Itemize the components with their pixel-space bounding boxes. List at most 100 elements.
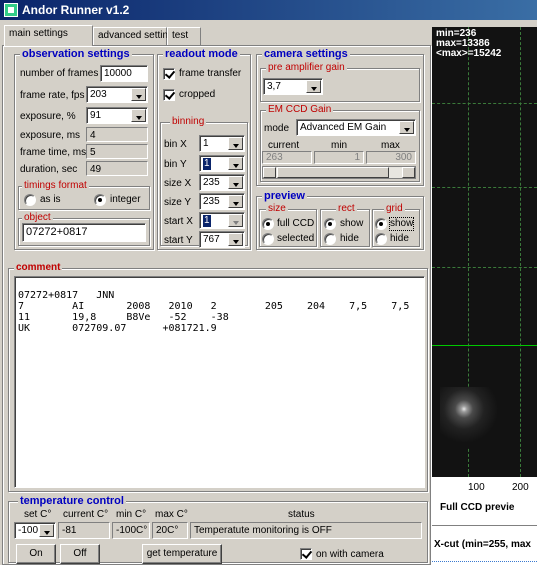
temp-status-value: Temperatute monitoring is OFF <box>190 522 422 539</box>
comment-line: 11 19,8 B8Ve -52 -38 N <box>18 312 425 323</box>
comment-line: 7 AI 2008 2010 2 205 204 7,5 7,5 3, <box>18 301 425 312</box>
grid-line <box>432 103 537 104</box>
start-y-value: 767 <box>203 234 220 245</box>
chevron-down-icon[interactable] <box>228 233 243 246</box>
exposure-ms-label: exposure, ms <box>20 130 81 141</box>
tab-test[interactable]: test <box>167 27 201 45</box>
preview-caption: Full CCD previe <box>440 502 515 513</box>
emccd-title: EM CCD Gain <box>266 104 334 116</box>
bin-y-select[interactable]: 1 <box>199 155 245 172</box>
exposure-pct-label: exposure, % <box>20 111 76 122</box>
preview-footer: 100 200 Full CCD previe X-cut (min=255, … <box>432 477 537 565</box>
frame-rate-label: frame rate, fps <box>20 90 85 101</box>
grid-show-label: show <box>388 217 415 231</box>
chevron-down-icon[interactable] <box>228 137 243 150</box>
temp-current-label: current C° <box>63 509 109 520</box>
chevron-down-icon[interactable] <box>131 88 146 101</box>
grid-line <box>432 267 537 268</box>
selected-label: selected <box>277 233 315 244</box>
em-gain-mode-select[interactable]: Advanced EM Gain <box>296 119 416 136</box>
start-y-select[interactable]: 767 <box>199 231 245 248</box>
rect-show-label: show <box>340 218 364 229</box>
preview-top-strip <box>431 20 537 27</box>
bin-y-value: 1 <box>203 158 211 170</box>
frame-rate-select[interactable]: 203 <box>86 86 148 103</box>
scroll-left-button[interactable] <box>263 167 276 178</box>
preview-title: preview <box>262 190 307 202</box>
size-y-value: 235 <box>203 196 220 207</box>
comment-title: comment <box>14 262 63 274</box>
frame-transfer-label: frame transfer <box>179 68 242 79</box>
size-x-select[interactable]: 235 <box>199 174 245 191</box>
chevron-down-icon[interactable] <box>228 176 243 189</box>
rect-hide-label: hide <box>340 233 359 244</box>
title-bar[interactable]: Andor Runner v1.2 <box>0 0 537 20</box>
x-tick-100: 100 <box>468 482 485 493</box>
exposure-pct-select[interactable]: 91 <box>86 107 148 124</box>
binning-title: binning <box>170 116 207 128</box>
chevron-down-icon[interactable] <box>228 195 243 208</box>
duration-value: 49 <box>86 161 148 176</box>
full-ccd-label: full CCD <box>277 218 315 229</box>
object-input[interactable]: 07272+0817 <box>22 223 146 242</box>
temp-set-label: set C° <box>24 509 52 520</box>
rect-hide-radio[interactable] <box>324 233 336 245</box>
em-gain-slider[interactable] <box>262 166 416 179</box>
grid-show-radio[interactable] <box>375 218 387 230</box>
cropped-label: cropped <box>179 89 216 100</box>
chevron-down-icon[interactable] <box>131 109 146 122</box>
tab-advanced-settings[interactable]: advanced settings <box>93 27 179 45</box>
tab-main-settings[interactable]: main settings <box>4 25 93 46</box>
selection-rect <box>432 345 537 346</box>
integer-radio[interactable] <box>94 194 106 206</box>
temp-off-button[interactable]: Off <box>60 544 100 564</box>
start-x-select[interactable]: 1 <box>199 212 245 229</box>
rect-show-radio[interactable] <box>324 218 336 230</box>
chevron-down-icon[interactable] <box>306 80 321 93</box>
preamp-select[interactable]: 3,7 <box>263 78 323 95</box>
temp-status-label: status <box>288 509 315 520</box>
chevron-down-icon[interactable] <box>39 524 54 537</box>
chevron-down-icon[interactable] <box>399 121 414 134</box>
temp-min-value: -100C° <box>112 522 150 539</box>
preamp-title: pre amplifier gain <box>266 62 347 74</box>
frames-label: number of frames <box>20 68 99 79</box>
selected-radio[interactable] <box>262 233 274 245</box>
temp-set-select[interactable]: -100 <box>14 522 56 539</box>
preview-avg-max-stat: <max>=15242 <box>436 48 502 59</box>
size-y-label: size Y <box>164 197 192 208</box>
as-is-radio[interactable] <box>24 194 36 206</box>
frame-transfer-checkbox[interactable] <box>163 68 175 80</box>
window-title: Andor Runner v1.2 <box>22 3 130 17</box>
cropped-checkbox[interactable] <box>163 89 175 101</box>
temp-set-value: -100 <box>18 525 39 536</box>
preview-size-title: size <box>266 203 288 215</box>
chevron-down-icon[interactable] <box>228 214 243 227</box>
size-x-value: 235 <box>203 177 220 188</box>
slider-thumb[interactable] <box>277 167 389 178</box>
bin-x-select[interactable]: 1 <box>199 135 245 152</box>
temperature-title: temperature control <box>18 495 126 507</box>
on-with-camera-checkbox[interactable] <box>300 548 312 560</box>
chevron-down-icon[interactable] <box>228 157 243 170</box>
x-cut-label: X-cut (min=255, max <box>434 539 531 550</box>
on-with-camera-label: on with camera <box>316 549 384 560</box>
size-y-select[interactable]: 235 <box>199 193 245 210</box>
preamp-value: 3,7 <box>267 81 281 92</box>
star-image <box>440 387 500 447</box>
get-temperature-button[interactable]: get temperature <box>142 544 222 564</box>
scroll-right-button[interactable] <box>402 167 415 178</box>
temp-max-value: 20C° <box>152 522 188 539</box>
ccd-preview-image[interactable]: min=236 max=13386 <max>=15242 <box>432 27 537 477</box>
frames-input[interactable]: 10000 <box>100 65 148 82</box>
start-x-label: start X <box>164 216 193 227</box>
comment-line: UK 072709.07 +081721.9 <box>18 323 217 334</box>
start-x-value: 1 <box>203 215 211 227</box>
temp-min-label: min C° <box>116 509 147 520</box>
temp-on-button[interactable]: On <box>16 544 56 564</box>
comment-textarea[interactable]: 07272+0817 JNN 7 AI 2008 2010 2 205 204 7… <box>14 276 425 488</box>
comment-line: 07272+0817 JNN <box>18 290 115 301</box>
full-ccd-radio[interactable] <box>262 218 274 230</box>
divider <box>432 525 537 526</box>
grid-hide-radio[interactable] <box>375 233 387 245</box>
